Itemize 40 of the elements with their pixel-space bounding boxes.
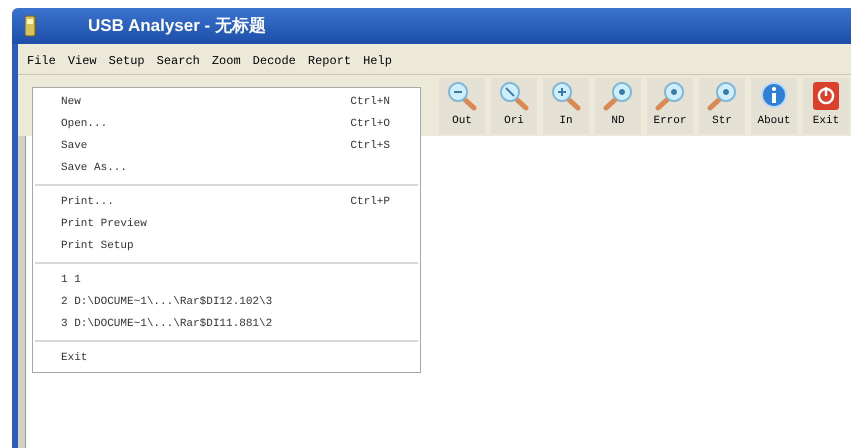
- menu-entry[interactable]: Save Ctrl+S: [33, 135, 420, 157]
- toolbar-button[interactable]: Ori: [491, 78, 537, 134]
- toolbar-button[interactable]: Out: [439, 78, 485, 134]
- window-title: USB Analyser - 无标题: [88, 15, 266, 38]
- menu-entry[interactable]: New Ctrl+N: [33, 91, 420, 113]
- shortcut-label: Ctrl+N: [350, 94, 390, 110]
- menu-entry[interactable]: Print Preview: [33, 213, 420, 235]
- magnifier-icon: [654, 81, 686, 112]
- menu-entry[interactable]: Print Setup: [33, 235, 420, 257]
- menu-entry[interactable]: Exit: [33, 347, 420, 369]
- menu-item[interactable]: Setup: [108, 52, 146, 70]
- menu-entry[interactable]: Open... Ctrl+O: [33, 113, 420, 135]
- menu-item[interactable]: Help: [362, 52, 393, 70]
- menu-entry[interactable]: Save As...: [33, 157, 420, 179]
- magnifier-icon: [498, 81, 530, 112]
- menu-item[interactable]: File: [26, 52, 57, 70]
- power-icon: [812, 81, 840, 112]
- toolbar-button[interactable]: Str: [699, 78, 745, 134]
- menu-item[interactable]: View: [66, 52, 98, 70]
- menu-item[interactable]: Search: [156, 52, 201, 70]
- menu-item[interactable]: Zoom: [210, 52, 242, 70]
- magnifier-icon: [602, 81, 634, 112]
- toolbar-button[interactable]: Error: [647, 78, 693, 134]
- shortcut-label: Ctrl+O: [350, 116, 390, 132]
- toolbar-button[interactable]: Exit: [803, 78, 849, 134]
- menu-entry[interactable]: 2 D:\DOCUME~1\...\Rar$DI12.102\3: [33, 291, 420, 313]
- toolbar-button[interactable]: In: [543, 78, 589, 134]
- shortcut-label: Ctrl+S: [350, 138, 390, 154]
- zoom-out-icon: [446, 81, 478, 112]
- toolbar-button[interactable]: ND: [595, 78, 641, 134]
- toolbar-button[interactable]: About: [751, 78, 797, 134]
- app-icon: [24, 15, 36, 37]
- menu-entry[interactable]: Print... Ctrl+P: [33, 191, 420, 213]
- menu-entry[interactable]: 1 1: [33, 269, 420, 291]
- menu-item[interactable]: Report: [306, 52, 352, 70]
- zoom-in-icon: [550, 81, 582, 112]
- magnifier-icon: [706, 81, 738, 112]
- menu-item[interactable]: Decode: [252, 52, 297, 70]
- shortcut-label: Ctrl+P: [350, 194, 390, 210]
- menu-entry[interactable]: 3 D:\DOCUME~1\...\Rar$DI11.881\2: [33, 313, 420, 335]
